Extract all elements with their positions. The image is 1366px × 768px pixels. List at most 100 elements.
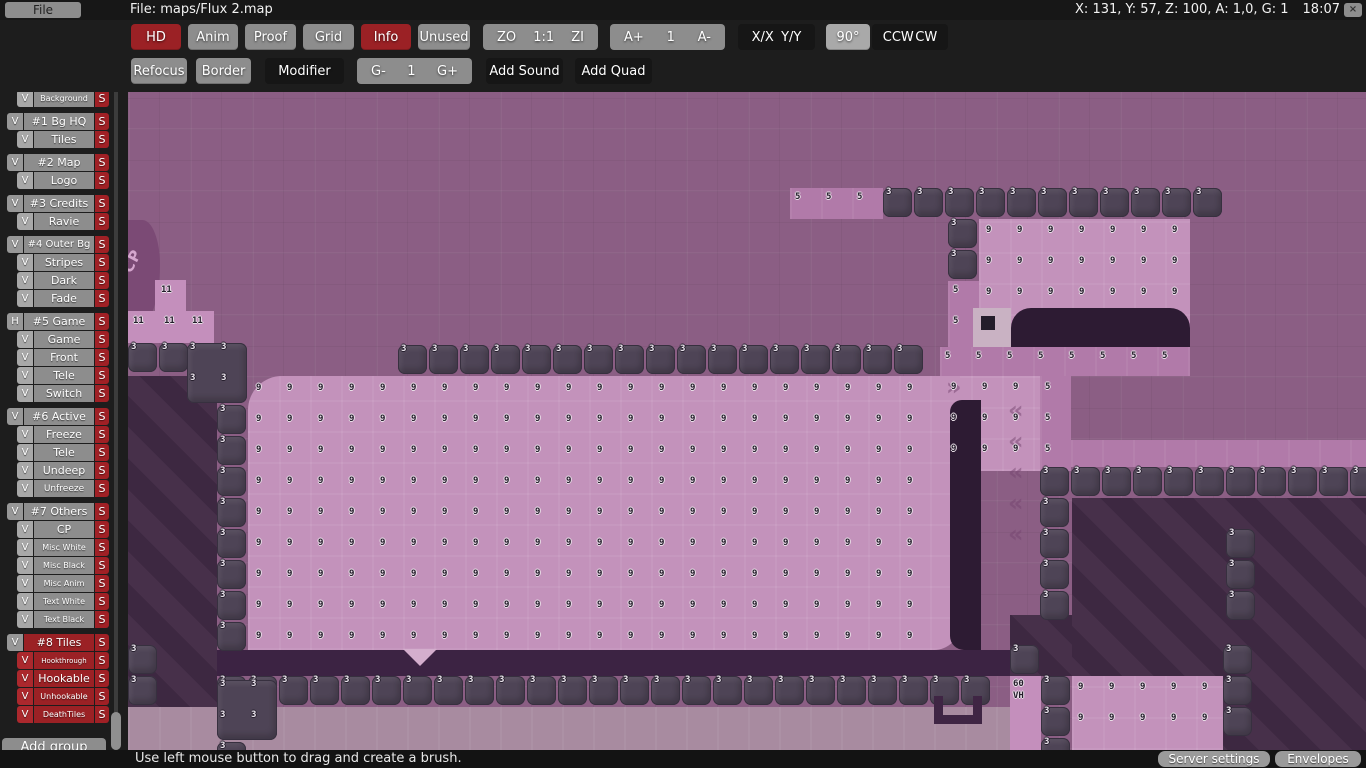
- grid-size-group-g[interactable]: G-: [371, 64, 386, 79]
- proof-button[interactable]: Proof: [245, 24, 296, 50]
- visibility-toggle[interactable]: V: [17, 593, 33, 610]
- layer-s-button[interactable]: S: [95, 113, 109, 130]
- layer-name[interactable]: Misc Anim: [34, 575, 94, 592]
- anim-speed-group-1[interactable]: 1: [667, 30, 675, 45]
- visibility-toggle[interactable]: V: [17, 462, 33, 479]
- layer-row-cp[interactable]: VCPS: [17, 521, 109, 538]
- visibility-toggle[interactable]: V: [17, 272, 33, 289]
- rotate-90-button[interactable]: 90°: [826, 24, 870, 50]
- hd-button[interactable]: HD: [131, 24, 181, 50]
- layer-s-button[interactable]: S: [95, 331, 109, 348]
- visibility-toggle[interactable]: V: [17, 385, 33, 402]
- layer-s-button[interactable]: S: [95, 213, 109, 230]
- visibility-toggle[interactable]: V: [17, 611, 33, 628]
- zoom-group-zi[interactable]: ZI: [571, 30, 584, 45]
- layer-row-misc-black[interactable]: VMisc BlackS: [17, 557, 109, 574]
- layer-s-button[interactable]: S: [95, 290, 109, 307]
- layer-name[interactable]: Tele: [34, 444, 94, 461]
- layer-name[interactable]: Switch: [34, 385, 94, 402]
- border-button[interactable]: Border: [196, 58, 251, 84]
- group-row-4-outer-bg[interactable]: V#4 Outer BgS: [7, 236, 109, 253]
- layer-name[interactable]: Dark: [34, 272, 94, 289]
- layer-row-misc-anim[interactable]: VMisc AnimS: [17, 575, 109, 592]
- file-menu-button[interactable]: File: [5, 2, 81, 18]
- visibility-toggle[interactable]: V: [17, 90, 33, 107]
- visibility-toggle[interactable]: V: [17, 426, 33, 443]
- layer-s-button[interactable]: S: [95, 349, 109, 366]
- layer-s-button[interactable]: S: [95, 652, 109, 669]
- layer-name[interactable]: #1 Bg HQ: [24, 113, 94, 130]
- visibility-toggle[interactable]: V: [7, 154, 23, 171]
- layer-name[interactable]: Logo: [34, 172, 94, 189]
- visibility-toggle[interactable]: V: [17, 331, 33, 348]
- layer-name[interactable]: Freeze: [34, 426, 94, 443]
- layer-s-button[interactable]: S: [95, 444, 109, 461]
- layer-row-switch[interactable]: VSwitchS: [17, 385, 109, 402]
- layer-row-background[interactable]: VBackgroundS: [17, 90, 109, 107]
- visibility-toggle[interactable]: V: [7, 634, 23, 651]
- layer-row-unfreeze[interactable]: VUnfreezeS: [17, 480, 109, 497]
- layer-name[interactable]: Background: [34, 90, 94, 107]
- add-sound-button[interactable]: Add Sound: [486, 58, 563, 84]
- rotate-group-ccw[interactable]: CCW: [883, 30, 914, 45]
- visibility-toggle[interactable]: V: [7, 113, 23, 130]
- layer-s-button[interactable]: S: [95, 385, 109, 402]
- layer-row-misc-white[interactable]: VMisc WhiteS: [17, 539, 109, 556]
- group-row-2-map[interactable]: V#2 MapS: [7, 154, 109, 171]
- layer-name[interactable]: #5 Game: [24, 313, 94, 330]
- info-button[interactable]: Info: [361, 24, 411, 50]
- group-row-5-game[interactable]: H#5 GameS: [7, 313, 109, 330]
- layer-name[interactable]: Ravie: [34, 213, 94, 230]
- visibility-toggle[interactable]: V: [7, 503, 23, 520]
- layer-s-button[interactable]: S: [95, 670, 109, 687]
- layer-row-front[interactable]: VFrontS: [17, 349, 109, 366]
- scrollbar-thumb[interactable]: [111, 712, 121, 750]
- layer-s-button[interactable]: S: [95, 172, 109, 189]
- anim-speed-group-a[interactable]: A-: [698, 30, 711, 45]
- visibility-toggle[interactable]: V: [7, 236, 23, 253]
- layer-s-button[interactable]: S: [95, 408, 109, 425]
- flip-group-y-y[interactable]: Y/Y: [781, 30, 801, 45]
- layer-row-tele[interactable]: VTeleS: [17, 444, 109, 461]
- layer-name[interactable]: Text Black: [34, 611, 94, 628]
- layer-s-button[interactable]: S: [95, 154, 109, 171]
- visibility-toggle[interactable]: V: [7, 195, 23, 212]
- server-settings-button[interactable]: Server settings: [1158, 751, 1270, 767]
- layer-row-fade[interactable]: VFadeS: [17, 290, 109, 307]
- layer-row-text-black[interactable]: VText BlackS: [17, 611, 109, 628]
- layer-row-freeze[interactable]: VFreezeS: [17, 426, 109, 443]
- layer-name[interactable]: Tiles: [34, 131, 94, 148]
- layer-row-logo[interactable]: VLogoS: [17, 172, 109, 189]
- layer-name[interactable]: Hookable: [34, 670, 94, 687]
- visibility-toggle[interactable]: V: [17, 172, 33, 189]
- group-row-3-credits[interactable]: V#3 CreditsS: [7, 195, 109, 212]
- layer-row-tiles[interactable]: VTilesS: [17, 131, 109, 148]
- layer-name[interactable]: Undeep: [34, 462, 94, 479]
- layer-name[interactable]: #3 Credits: [24, 195, 94, 212]
- layer-s-button[interactable]: S: [95, 426, 109, 443]
- layer-name[interactable]: #8 Tiles: [24, 634, 94, 651]
- layer-s-button[interactable]: S: [95, 688, 109, 705]
- layer-name[interactable]: Unhookable: [34, 688, 94, 705]
- layer-row-tele[interactable]: VTeleS: [17, 367, 109, 384]
- layer-name[interactable]: CP: [34, 521, 94, 538]
- layer-name[interactable]: #6 Active: [24, 408, 94, 425]
- flip-group-x-x[interactable]: X/X: [752, 30, 774, 45]
- layer-s-button[interactable]: S: [95, 195, 109, 212]
- envelopes-button[interactable]: Envelopes: [1275, 751, 1361, 767]
- layer-s-button[interactable]: S: [95, 90, 109, 107]
- visibility-toggle[interactable]: V: [17, 539, 33, 556]
- close-icon[interactable]: ×: [1344, 3, 1362, 17]
- visibility-toggle[interactable]: V: [7, 408, 23, 425]
- rotate-group-cw[interactable]: CW: [915, 30, 937, 45]
- layer-name[interactable]: Stripes: [34, 254, 94, 271]
- layer-row-hookthrough[interactable]: VHookthroughS: [17, 652, 109, 669]
- layer-row-hookable[interactable]: VHookableS: [17, 670, 109, 687]
- layer-s-button[interactable]: S: [95, 480, 109, 497]
- grid-button[interactable]: Grid: [303, 24, 354, 50]
- layer-name[interactable]: Tele: [34, 367, 94, 384]
- layer-s-button[interactable]: S: [95, 706, 109, 723]
- visibility-toggle[interactable]: H: [7, 313, 23, 330]
- zoom-group-zo[interactable]: ZO: [497, 30, 516, 45]
- layer-row-text-white[interactable]: VText WhiteS: [17, 593, 109, 610]
